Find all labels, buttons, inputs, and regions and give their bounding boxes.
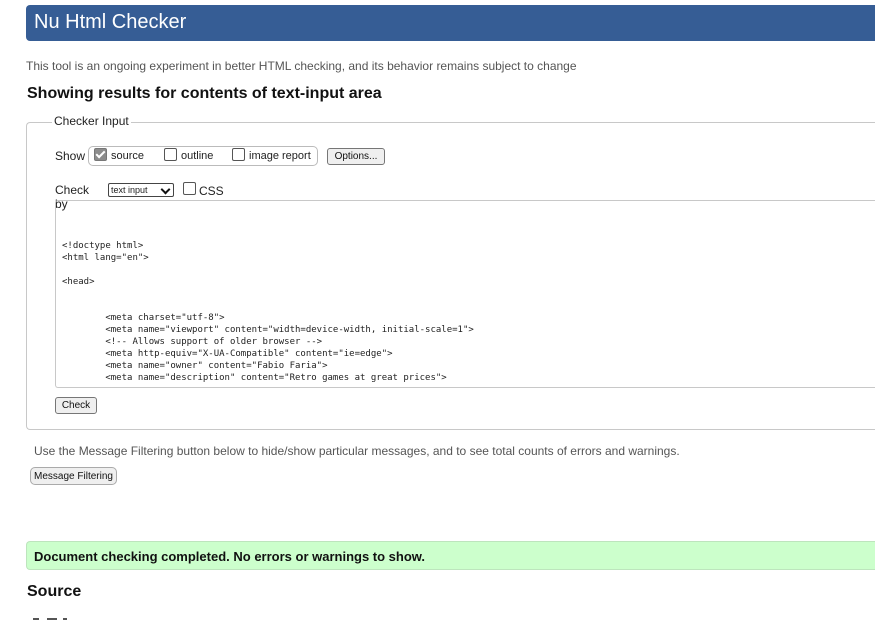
cropped-source-line (33, 618, 77, 622)
source-heading: Source (27, 583, 82, 600)
image-report-checkbox[interactable] (232, 148, 245, 161)
app-title: Nu Html Checker (34, 11, 187, 33)
results-heading: Showing results for contents of text-inp… (27, 85, 382, 102)
check-button[interactable]: Check (55, 397, 97, 414)
code-line: <meta charset="utf-8"> (62, 313, 225, 323)
css-checkbox[interactable] (183, 182, 196, 195)
show-label: Show (55, 149, 86, 163)
intro-text: This tool is an ongoing experiment in be… (26, 59, 577, 73)
code-line: <meta http-equiv="X-UA-Compatible" conte… (62, 349, 393, 359)
code-line: <head> (62, 277, 95, 287)
check-by-selected-value: text input (111, 185, 148, 195)
success-banner: Document checking completed. No errors o… (26, 541, 875, 570)
code-line: <meta name="description" content="Retro … (62, 373, 447, 383)
show-options-group: source outline image report (88, 146, 318, 166)
source-option-label[interactable]: source (111, 150, 144, 162)
options-button[interactable]: Options... (327, 148, 385, 165)
source-checkbox[interactable] (94, 148, 107, 161)
source-textarea[interactable]: <!doctype html> <html lang="en"> <head> … (55, 200, 875, 388)
page-header: Nu Html Checker (26, 5, 875, 41)
chevron-down-icon (160, 184, 171, 195)
code-line: <meta name="viewport" content="width=dev… (62, 325, 474, 335)
code-line: <!-- Allows support of older browser --> (62, 337, 323, 347)
css-label[interactable]: CSS (199, 184, 224, 198)
code-line: <meta name="owner" content="Fabio Faria"… (62, 361, 328, 371)
filter-info-text: Use the Message Filtering button below t… (34, 444, 680, 458)
outline-checkbox[interactable] (164, 148, 177, 161)
code-line: <!doctype html> (62, 241, 144, 251)
message-filtering-button[interactable]: Message Filtering (30, 467, 117, 485)
image-report-option-label[interactable]: image report (249, 150, 311, 162)
success-message: Document checking completed. No errors o… (34, 549, 426, 564)
outline-option-label[interactable]: outline (181, 150, 213, 162)
check-by-select[interactable]: text input (108, 183, 174, 197)
code-line: <html lang="en"> (62, 253, 149, 263)
checker-input-legend: Checker Input (52, 114, 131, 128)
